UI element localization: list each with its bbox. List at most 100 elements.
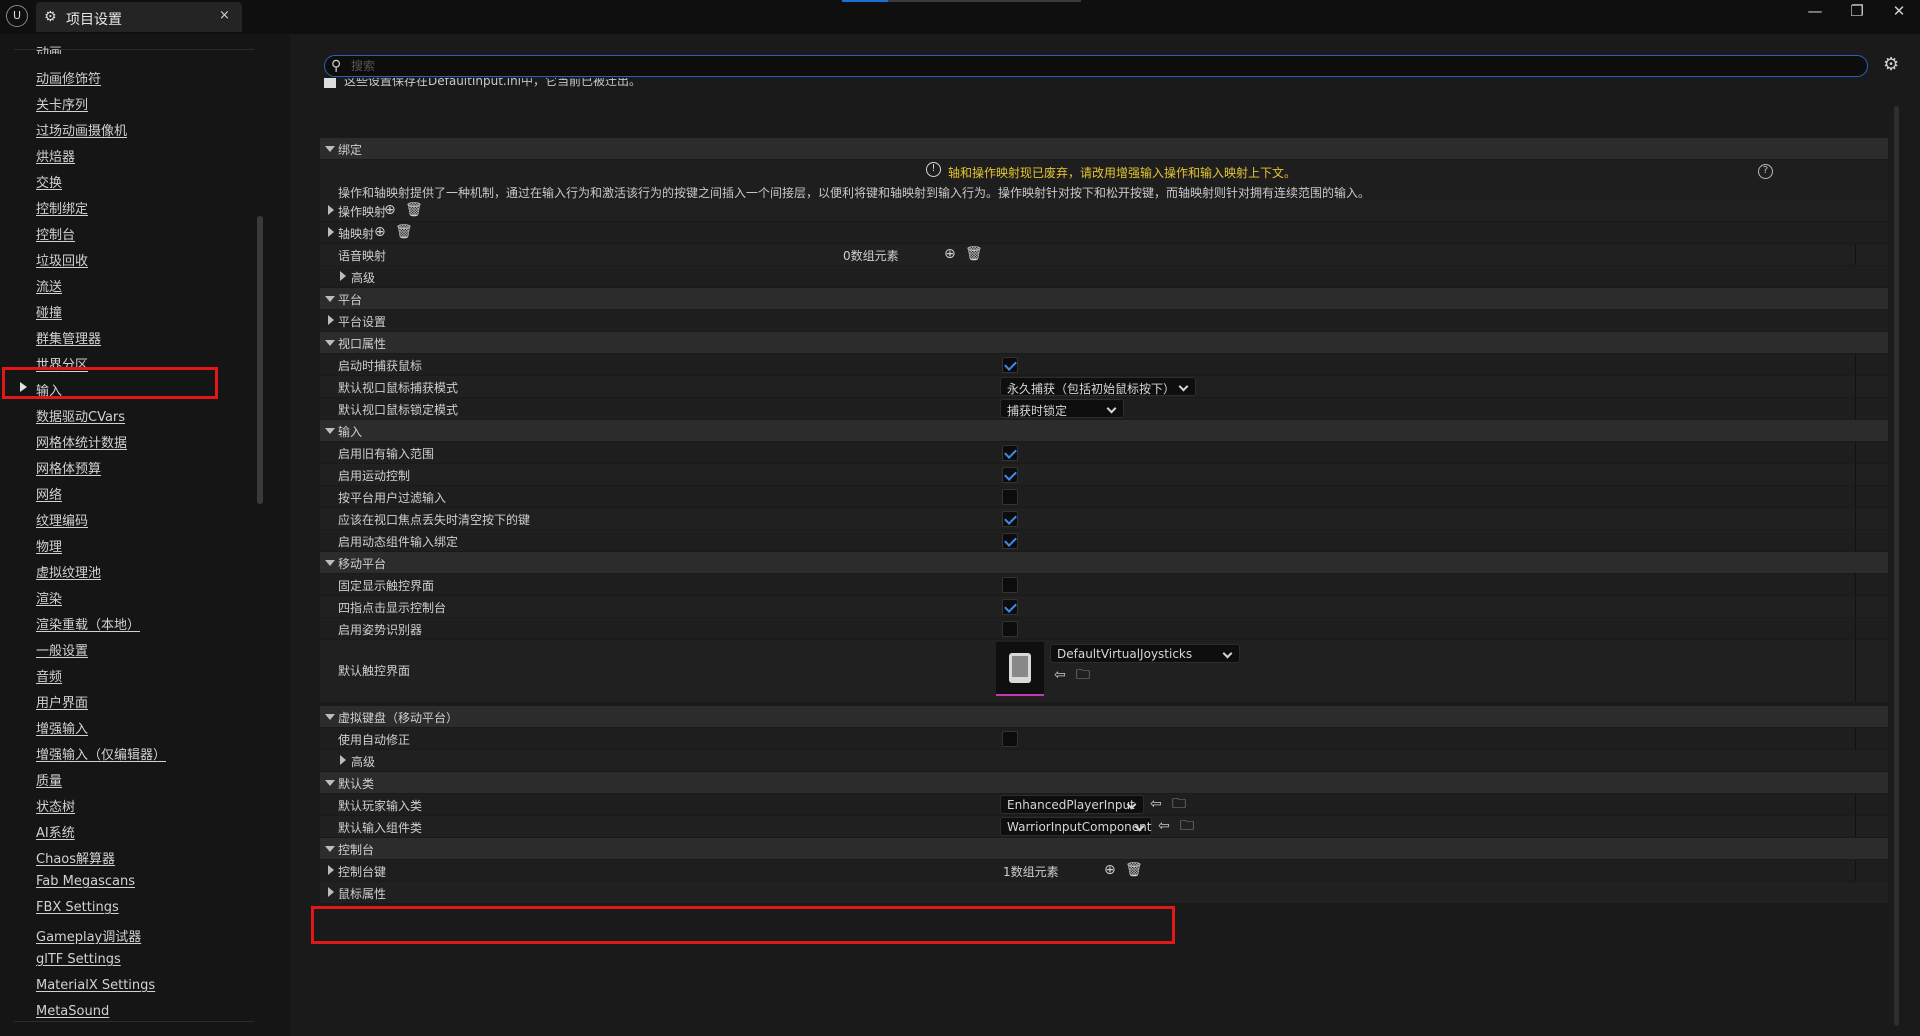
sidebar-item-garbage-collection[interactable]: 垃圾回收 [36, 250, 88, 269]
flush-keys-checkbox[interactable] [1002, 511, 1018, 527]
add-element-icon[interactable]: ⊕ [384, 203, 396, 217]
lock-mode-dropdown[interactable]: 捕获时锁定 [1000, 399, 1124, 418]
collapse-caret-icon[interactable] [325, 428, 335, 434]
browse-class-icon[interactable]: 🗀 [1180, 819, 1194, 833]
sidebar-item-rendering[interactable]: 渲染 [36, 588, 62, 607]
expand-caret-icon[interactable] [340, 755, 346, 765]
sidebar-item-fab-megascans[interactable]: Fab Megascans [36, 874, 135, 889]
unreal-logo-icon[interactable]: U [6, 5, 28, 27]
sidebar-item-fbx-settings[interactable]: FBX Settings [36, 900, 119, 915]
sidebar-item-quality[interactable]: 质量 [36, 770, 62, 789]
main-scrollbar[interactable] [1894, 106, 1899, 1026]
help-icon[interactable]: ? [1758, 164, 1773, 179]
tab-project-settings[interactable]: ⚙ 项目设置 × [36, 2, 242, 32]
sidebar-item-animation[interactable]: 动画 [36, 42, 62, 54]
asset-thumbnail[interactable] [996, 642, 1044, 696]
sidebar-item-gameplay-debugger[interactable]: Gameplay调试器 [36, 926, 141, 945]
sidebar-item-baker[interactable]: 烘焙器 [36, 146, 75, 165]
sidebar-item-control-rig[interactable]: 控制绑定 [36, 198, 88, 217]
collapse-caret-icon[interactable] [325, 340, 335, 346]
sidebar-item-crowd-manager[interactable]: 群集管理器 [36, 328, 101, 347]
sidebar-item-virtual-texture-pool[interactable]: 虚拟纹理池 [36, 562, 101, 581]
delete-all-icon[interactable]: 🗑 [405, 203, 423, 217]
browse-class-icon[interactable]: 🗀 [1172, 797, 1186, 811]
expand-caret-icon[interactable] [328, 227, 334, 237]
use-selected-class-icon[interactable]: ⇦ [1158, 819, 1170, 833]
sidebar-item-console[interactable]: 控制台 [36, 224, 75, 243]
sidebar-item-enhanced-input[interactable]: 增强输入 [36, 718, 88, 737]
row-virtual-keyboard-advanced[interactable]: 高级 [320, 750, 1888, 771]
capture-mode-dropdown[interactable]: 永久捕获（包括初始鼠标按下） [1000, 377, 1196, 396]
category-default-classes[interactable]: 默认类 [320, 772, 1888, 793]
row-mouse-properties[interactable]: 鼠标属性 [320, 882, 1888, 903]
always-show-touch-checkbox[interactable] [1002, 577, 1018, 593]
category-virtual-keyboard[interactable]: 虚拟键盘（移动平台） [320, 706, 1888, 727]
touch-interface-dropdown[interactable]: DefaultVirtualJoysticks [1050, 644, 1240, 663]
motion-controls-checkbox[interactable] [1002, 467, 1018, 483]
collapse-caret-icon[interactable] [325, 714, 335, 720]
sidebar-item-chaos-solver[interactable]: Chaos解算器 [36, 848, 115, 867]
category-mobile[interactable]: 移动平台 [320, 552, 1888, 573]
sidebar-item-streaming[interactable]: 流送 [36, 276, 62, 295]
row-axis-mappings[interactable]: 轴映射 ⊕ 🗑 [320, 222, 1888, 243]
sidebar-item-network[interactable]: 网络 [36, 484, 62, 503]
tab-close-icon[interactable]: × [219, 8, 230, 23]
category-viewport[interactable]: 视口属性 [320, 332, 1888, 353]
category-platform[interactable]: 平台 [320, 288, 1888, 309]
add-element-icon[interactable]: ⊕ [944, 247, 956, 261]
sidebar-item-interchange[interactable]: 交换 [36, 172, 62, 191]
category-input[interactable]: 输入 [320, 420, 1888, 441]
minimize-window-icon[interactable]: — [1800, 2, 1830, 20]
expand-caret-icon[interactable] [340, 271, 346, 281]
add-element-icon[interactable]: ⊕ [374, 225, 386, 239]
sidebar-item-ai-system[interactable]: AI系统 [36, 822, 75, 841]
sidebar-item-user-interface[interactable]: 用户界面 [36, 692, 88, 711]
category-console[interactable]: 控制台 [320, 838, 1888, 859]
search-bar[interactable]: ⚲ [324, 55, 1868, 77]
collapse-caret-icon[interactable] [325, 780, 335, 786]
filter-by-platform-user-checkbox[interactable] [1002, 489, 1018, 505]
delete-all-icon[interactable]: 🗑 [1125, 863, 1143, 877]
category-bindings[interactable]: 绑定 [320, 138, 1888, 159]
use-selected-asset-icon[interactable]: ⇦ [1054, 668, 1066, 682]
collapse-caret-icon[interactable] [325, 146, 335, 152]
autocorrect-checkbox[interactable] [1002, 731, 1018, 747]
four-finger-console-checkbox[interactable] [1002, 599, 1018, 615]
sidebar-item-rendering-overrides[interactable]: 渲染重载（本地） [36, 614, 140, 633]
expand-caret-icon[interactable] [328, 887, 334, 897]
sidebar-item-mesh-budget[interactable]: 网格体预算 [36, 458, 101, 477]
input-component-class-dropdown[interactable]: WarriorInputComponent [1000, 817, 1152, 836]
row-action-mappings[interactable]: 操作映射 ⊕ 🗑 [320, 200, 1888, 221]
sidebar-item-physics[interactable]: 物理 [36, 536, 62, 555]
add-element-icon[interactable]: ⊕ [1104, 863, 1116, 877]
sidebar-item-audio[interactable]: 音频 [36, 666, 62, 685]
sidebar-item-texture-encoding[interactable]: 纹理编码 [36, 510, 88, 529]
collapse-caret-icon[interactable] [325, 296, 335, 302]
sidebar-item-mesh-stats[interactable]: 网格体统计数据 [36, 432, 127, 451]
sidebar-item-gltf-settings[interactable]: glTF Settings [36, 952, 121, 967]
close-window-icon[interactable]: ✕ [1884, 2, 1914, 20]
sidebar-item-materialx-settings[interactable]: MaterialX Settings [36, 978, 155, 993]
capture-on-launch-checkbox[interactable] [1002, 357, 1018, 373]
sidebar-item-collision[interactable]: 碰撞 [36, 302, 62, 321]
collapse-caret-icon[interactable] [325, 560, 335, 566]
sidebar-item-anim-modifiers[interactable]: 动画修饰符 [36, 68, 101, 87]
gear-icon[interactable]: ⚙ [1883, 54, 1899, 75]
expand-caret-icon[interactable] [328, 865, 334, 875]
gesture-recognizer-checkbox[interactable] [1002, 621, 1018, 637]
restore-window-icon[interactable]: ❐ [1842, 2, 1872, 20]
dynamic-component-binding-checkbox[interactable] [1002, 533, 1018, 549]
sidebar-item-enhanced-input-editor[interactable]: 增强输入（仅编辑器） [36, 744, 166, 763]
sidebar-item-state-tree[interactable]: 状态树 [36, 796, 75, 815]
legacy-input-scales-checkbox[interactable] [1002, 445, 1018, 461]
use-selected-class-icon[interactable]: ⇦ [1150, 797, 1162, 811]
sidebar-item-level-sequence[interactable]: 关卡序列 [36, 94, 88, 113]
sidebar-item-data-driven-cvars[interactable]: 数据驱动CVars [36, 406, 125, 425]
row-console-keys[interactable]: 控制台键 1数组元素 ⊕ 🗑 [320, 860, 1888, 881]
search-input[interactable] [351, 58, 1851, 74]
player-input-class-dropdown[interactable]: EnhancedPlayerInput [1000, 795, 1144, 814]
delete-all-icon[interactable]: 🗑 [965, 247, 983, 261]
expand-caret-icon[interactable] [328, 315, 334, 325]
sidebar-item-metasound[interactable]: MetaSound [36, 1004, 109, 1019]
expand-caret-icon[interactable] [328, 205, 334, 215]
